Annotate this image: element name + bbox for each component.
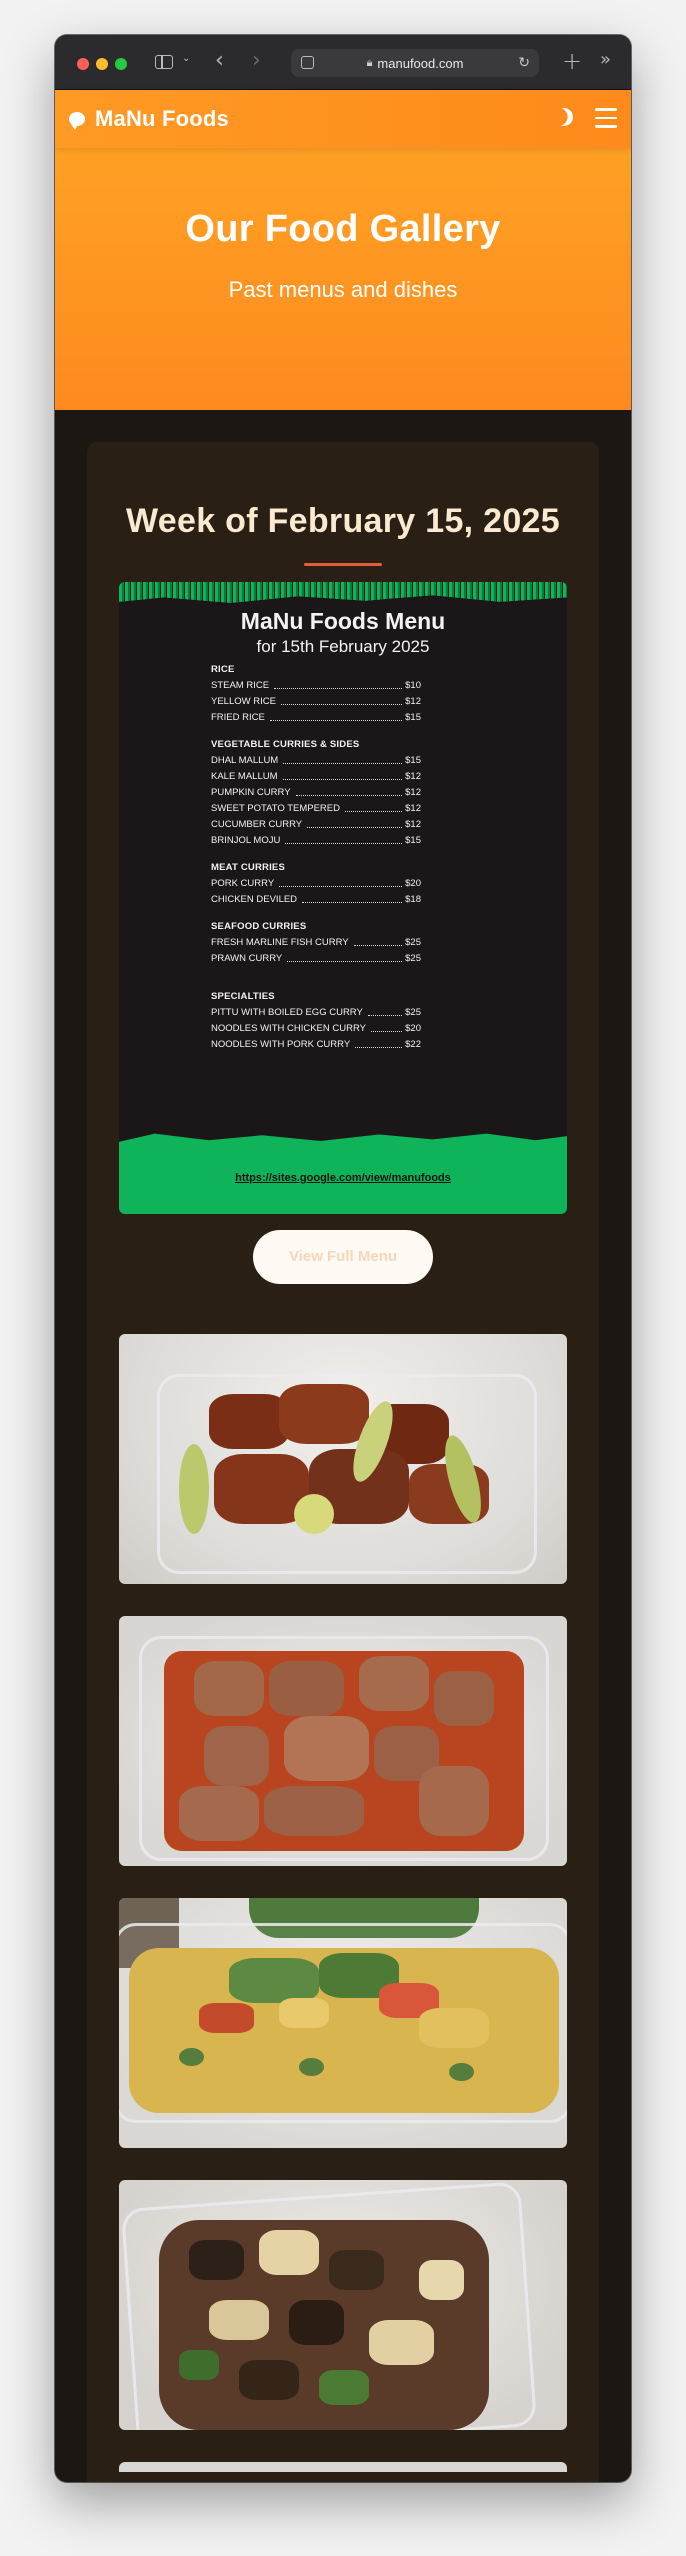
menu-item: YELLOW RICE $12 <box>211 696 421 707</box>
menu-title: MaNu Foods Menu <box>240 608 446 634</box>
url-text: manufood.com <box>377 55 464 71</box>
menu-item: FRESH MARLINE FISH CURRY $25 <box>211 937 421 948</box>
menu-item: PORK CURRY $20 <box>211 878 421 889</box>
zoom-window-button[interactable] <box>115 58 127 70</box>
new-tab-icon[interactable]: + <box>562 49 582 73</box>
menu-item: CUCUMBER CURRY $12 <box>211 819 421 830</box>
next-photo-edge <box>119 2462 567 2472</box>
dish-photo-brinjal[interactable] <box>119 2180 567 2430</box>
dish-photo-chicken[interactable] <box>119 1334 567 1584</box>
page-menu-icon[interactable] <box>301 56 314 69</box>
menu-item: PUMPKIN CURRY $12 <box>211 787 421 798</box>
back-arrow-icon[interactable]: ‹ <box>215 50 224 72</box>
menu-image[interactable]: MaNu Foods Menu for 15th February 2025 R… <box>119 582 567 1214</box>
address-bar[interactable]: 🔒︎ manufood.com ↻ <box>291 49 539 77</box>
main-content: Week of February 15, 2025 MaNu Foods Men… <box>55 410 631 2482</box>
menu-site-link[interactable]: https://sites.google.com/view/manufoods <box>119 1172 567 1184</box>
hamburger-menu-icon[interactable] <box>595 108 617 128</box>
page-title: Our Food Gallery <box>185 208 501 250</box>
menu-section-title: MEAT CURRIES <box>211 862 286 873</box>
chevron-down-icon[interactable]: ⌄ <box>182 54 190 64</box>
brand-link[interactable]: MaNu Foods <box>95 106 229 132</box>
menu-item: DHAL MALLUM $15 <box>211 755 421 766</box>
menu-item: CHICKEN DEVILED $18 <box>211 894 421 905</box>
sidebar-toggle-icon[interactable] <box>155 55 173 69</box>
menu-section-title: SEAFOOD CURRIES <box>211 921 307 932</box>
minimize-window-button[interactable] <box>96 58 108 70</box>
site-navbar: MaNu Foods <box>55 90 631 148</box>
page-subtitle: Past menus and dishes <box>228 277 458 302</box>
menu-item: KALE MALLUM $12 <box>211 771 421 782</box>
hero-section: Our Food Gallery Past menus and dishes <box>55 148 631 410</box>
title-divider <box>304 563 382 566</box>
menu-item: PRAWN CURRY $25 <box>211 953 421 964</box>
menu-section: VEGETABLE CURRIES & SIDES DHAL MALLUM $15… <box>211 739 421 849</box>
menu-item: FRIED RICE $15 <box>211 712 421 723</box>
menu-section-title: VEGETABLE CURRIES & SIDES <box>211 739 360 750</box>
menu-item: PITTU WITH BOILED EGG CURRY $25 <box>211 1007 421 1018</box>
week-card: Week of February 15, 2025 MaNu Foods Men… <box>87 442 599 2482</box>
menu-item: SWEET POTATO TEMPERED $12 <box>211 803 421 814</box>
lock-icon: 🔒︎ <box>366 56 373 69</box>
close-window-button[interactable] <box>77 58 89 70</box>
menu-section: RICE STEAM RICE $10 YELLOW RICE $12 FRIED … <box>211 664 421 726</box>
menu-item: STEAM RICE $10 <box>211 680 421 691</box>
menu-section-title: SPECIALTIES <box>211 991 275 1002</box>
menu-subtitle: for 15th February 2025 <box>256 637 430 656</box>
dark-mode-toggle-icon[interactable] <box>552 105 575 128</box>
dish-photo-yellow-curry[interactable] <box>119 1898 567 2148</box>
menu-section-title: RICE <box>211 664 235 675</box>
dish-photo-pork-curry[interactable] <box>119 1616 567 1866</box>
chat-bubble-icon <box>69 112 85 130</box>
week-title: Week of February 15, 2025 <box>126 502 560 540</box>
forward-arrow-icon[interactable]: › <box>252 50 261 72</box>
menu-item: BRINJOL MOJU $15 <box>211 835 421 846</box>
menu-section: SEAFOOD CURRIES FRESH MARLINE FISH CURRY… <box>211 921 421 967</box>
overflow-chevron-icon[interactable]: » <box>600 51 611 69</box>
menu-list: RICE STEAM RICE $10 YELLOW RICE $12 FRIED … <box>211 664 421 1053</box>
browser-window: ⌄ ‹ › 🔒︎ manufood.com ↻ + » MaNu Foods O… <box>55 35 631 2482</box>
reload-icon[interactable]: ↻ <box>518 54 530 71</box>
menu-item: NOODLES WITH CHICKEN CURRY $20 <box>211 1023 421 1034</box>
menu-top-decoration <box>119 582 567 603</box>
menu-item: NOODLES WITH PORK CURRY $22 <box>211 1039 421 1050</box>
browser-toolbar: ⌄ ‹ › 🔒︎ manufood.com ↻ + » <box>55 35 631 90</box>
view-full-menu-button[interactable]: View Full Menu <box>253 1230 433 1284</box>
menu-section: SPECIALTIES PITTU WITH BOILED EGG CURRY $… <box>211 991 421 1053</box>
menu-section: MEAT CURRIES PORK CURRY $20 CHICKEN DEVIL… <box>211 862 421 908</box>
